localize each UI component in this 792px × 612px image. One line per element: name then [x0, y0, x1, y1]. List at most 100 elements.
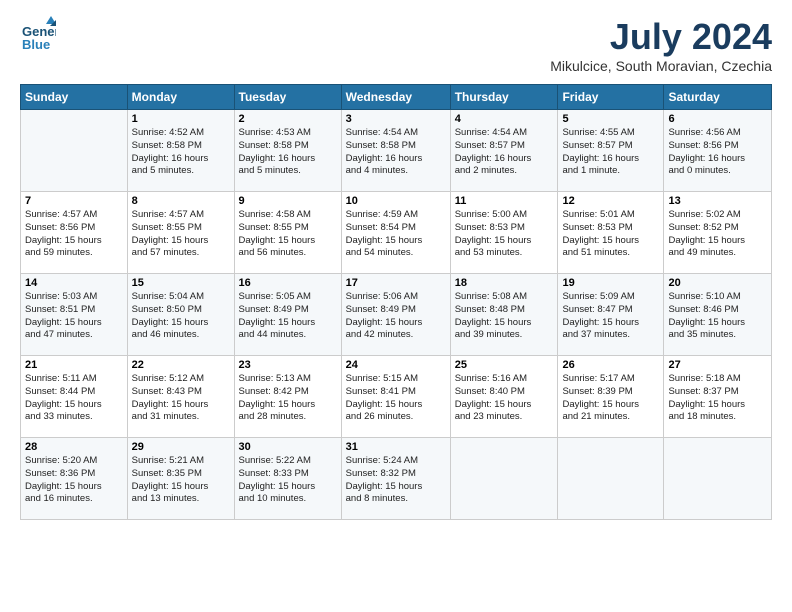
calendar-cell: 1 Sunrise: 4:52 AM Sunset: 8:58 PM Daylig… — [127, 110, 234, 192]
day-number: 9 — [239, 195, 337, 207]
calendar-cell: 13 Sunrise: 5:02 AM Sunset: 8:52 PM Dayli… — [664, 192, 772, 274]
day-number: 13 — [668, 195, 767, 207]
day-number: 23 — [239, 359, 337, 371]
col-wednesday: Wednesday — [341, 85, 450, 110]
day-info: Sunrise: 5:16 AM Sunset: 8:40 PM Dayligh… — [455, 373, 554, 424]
calendar-header: General Blue July 2024 Mikulcice, South … — [20, 16, 772, 74]
day-number: 8 — [132, 195, 230, 207]
day-info: Sunrise: 5:04 AM Sunset: 8:50 PM Dayligh… — [132, 291, 230, 342]
day-info: Sunrise: 5:05 AM Sunset: 8:49 PM Dayligh… — [239, 291, 337, 342]
day-number: 5 — [562, 113, 659, 125]
calendar-cell: 24Sunrise: 5:15 AM Sunset: 8:41 PM Dayli… — [341, 356, 450, 438]
day-number: 21 — [25, 359, 123, 371]
calendar-cell — [558, 438, 664, 520]
day-info: Sunrise: 4:59 AM Sunset: 8:54 PM Dayligh… — [346, 209, 446, 260]
day-info: Sunrise: 5:00 AM Sunset: 8:53 PM Dayligh… — [455, 209, 554, 260]
day-number: 27 — [668, 359, 767, 371]
col-saturday: Saturday — [664, 85, 772, 110]
day-number: 4 — [455, 113, 554, 125]
day-info: Sunrise: 4:55 AM Sunset: 8:57 PM Dayligh… — [562, 127, 659, 178]
calendar-cell — [21, 110, 128, 192]
calendar-cell: 28Sunrise: 5:20 AM Sunset: 8:36 PM Dayli… — [21, 438, 128, 520]
day-number: 7 — [25, 195, 123, 207]
calendar-cell: 9 Sunrise: 4:58 AM Sunset: 8:55 PM Daylig… — [234, 192, 341, 274]
day-number: 22 — [132, 359, 230, 371]
day-number: 31 — [346, 441, 446, 453]
calendar-cell — [664, 438, 772, 520]
col-friday: Friday — [558, 85, 664, 110]
day-info: Sunrise: 5:20 AM Sunset: 8:36 PM Dayligh… — [25, 455, 123, 506]
day-number: 2 — [239, 113, 337, 125]
calendar-cell: 18 Sunrise: 5:08 AM Sunset: 8:48 PM Dayli… — [450, 274, 558, 356]
day-info: Sunrise: 4:54 AM Sunset: 8:57 PM Dayligh… — [455, 127, 554, 178]
calendar-cell: 15 Sunrise: 5:04 AM Sunset: 8:50 PM Dayli… — [127, 274, 234, 356]
calendar-cell: 30Sunrise: 5:22 AM Sunset: 8:33 PM Dayli… — [234, 438, 341, 520]
day-info: Sunrise: 4:52 AM Sunset: 8:58 PM Dayligh… — [132, 127, 230, 178]
day-info: Sunrise: 4:57 AM Sunset: 8:56 PM Dayligh… — [25, 209, 123, 260]
day-info: Sunrise: 5:03 AM Sunset: 8:51 PM Dayligh… — [25, 291, 123, 342]
day-info: Sunrise: 5:10 AM Sunset: 8:46 PM Dayligh… — [668, 291, 767, 342]
calendar-week-3: 14 Sunrise: 5:03 AM Sunset: 8:51 PM Dayli… — [21, 274, 772, 356]
day-number: 25 — [455, 359, 554, 371]
day-number: 3 — [346, 113, 446, 125]
day-number: 19 — [562, 277, 659, 289]
calendar-cell — [450, 438, 558, 520]
day-number: 10 — [346, 195, 446, 207]
day-info: Sunrise: 4:54 AM Sunset: 8:58 PM Dayligh… — [346, 127, 446, 178]
day-info: Sunrise: 4:58 AM Sunset: 8:55 PM Dayligh… — [239, 209, 337, 260]
day-number: 30 — [239, 441, 337, 453]
day-info: Sunrise: 5:12 AM Sunset: 8:43 PM Dayligh… — [132, 373, 230, 424]
calendar-cell: 6 Sunrise: 4:56 AM Sunset: 8:56 PM Daylig… — [664, 110, 772, 192]
day-info: Sunrise: 5:06 AM Sunset: 8:49 PM Dayligh… — [346, 291, 446, 342]
calendar-cell: 27 Sunrise: 5:18 AM Sunset: 8:37 PM Dayli… — [664, 356, 772, 438]
day-number: 15 — [132, 277, 230, 289]
day-number: 18 — [455, 277, 554, 289]
calendar-table: Sunday Monday Tuesday Wednesday Thursday… — [20, 84, 772, 520]
calendar-cell: 23 Sunrise: 5:13 AM Sunset: 8:42 PM Dayli… — [234, 356, 341, 438]
svg-text:Blue: Blue — [22, 37, 50, 52]
calendar-cell: 11 Sunrise: 5:00 AM Sunset: 8:53 PM Dayli… — [450, 192, 558, 274]
calendar-cell: 17Sunrise: 5:06 AM Sunset: 8:49 PM Dayli… — [341, 274, 450, 356]
day-number: 12 — [562, 195, 659, 207]
day-number: 16 — [239, 277, 337, 289]
calendar-container: General Blue July 2024 Mikulcice, South … — [0, 0, 792, 530]
day-info: Sunrise: 5:09 AM Sunset: 8:47 PM Dayligh… — [562, 291, 659, 342]
day-number: 6 — [668, 113, 767, 125]
location-subtitle: Mikulcice, South Moravian, Czechia — [550, 58, 772, 74]
day-info: Sunrise: 5:11 AM Sunset: 8:44 PM Dayligh… — [25, 373, 123, 424]
day-number: 1 — [132, 113, 230, 125]
calendar-cell: 3 Sunrise: 4:54 AM Sunset: 8:58 PM Daylig… — [341, 110, 450, 192]
calendar-cell: 16 Sunrise: 5:05 AM Sunset: 8:49 PM Dayli… — [234, 274, 341, 356]
calendar-cell: 29 Sunrise: 5:21 AM Sunset: 8:35 PM Dayli… — [127, 438, 234, 520]
month-title: July 2024 — [550, 16, 772, 58]
calendar-cell: 25 Sunrise: 5:16 AM Sunset: 8:40 PM Dayli… — [450, 356, 558, 438]
day-info: Sunrise: 5:08 AM Sunset: 8:48 PM Dayligh… — [455, 291, 554, 342]
day-number: 26 — [562, 359, 659, 371]
day-number: 29 — [132, 441, 230, 453]
day-info: Sunrise: 5:17 AM Sunset: 8:39 PM Dayligh… — [562, 373, 659, 424]
calendar-cell: 10 Sunrise: 4:59 AM Sunset: 8:54 PM Dayli… — [341, 192, 450, 274]
col-thursday: Thursday — [450, 85, 558, 110]
calendar-week-5: 28Sunrise: 5:20 AM Sunset: 8:36 PM Dayli… — [21, 438, 772, 520]
calendar-cell: 20Sunrise: 5:10 AM Sunset: 8:46 PM Dayli… — [664, 274, 772, 356]
calendar-cell: 22 Sunrise: 5:12 AM Sunset: 8:43 PM Dayli… — [127, 356, 234, 438]
calendar-cell: 14 Sunrise: 5:03 AM Sunset: 8:51 PM Dayli… — [21, 274, 128, 356]
day-info: Sunrise: 5:02 AM Sunset: 8:52 PM Dayligh… — [668, 209, 767, 260]
day-info: Sunrise: 4:56 AM Sunset: 8:56 PM Dayligh… — [668, 127, 767, 178]
day-number: 14 — [25, 277, 123, 289]
col-monday: Monday — [127, 85, 234, 110]
day-info: Sunrise: 5:13 AM Sunset: 8:42 PM Dayligh… — [239, 373, 337, 424]
calendar-cell: 31Sunrise: 5:24 AM Sunset: 8:32 PM Dayli… — [341, 438, 450, 520]
day-info: Sunrise: 5:01 AM Sunset: 8:53 PM Dayligh… — [562, 209, 659, 260]
day-info: Sunrise: 5:15 AM Sunset: 8:41 PM Dayligh… — [346, 373, 446, 424]
day-info: Sunrise: 4:57 AM Sunset: 8:55 PM Dayligh… — [132, 209, 230, 260]
calendar-cell: 4 Sunrise: 4:54 AM Sunset: 8:57 PM Daylig… — [450, 110, 558, 192]
day-info: Sunrise: 5:21 AM Sunset: 8:35 PM Dayligh… — [132, 455, 230, 506]
calendar-cell: 21 Sunrise: 5:11 AM Sunset: 8:44 PM Dayli… — [21, 356, 128, 438]
logo-icon: General Blue — [20, 16, 56, 52]
calendar-cell: 12 Sunrise: 5:01 AM Sunset: 8:53 PM Dayli… — [558, 192, 664, 274]
title-block: July 2024 Mikulcice, South Moravian, Cze… — [550, 16, 772, 74]
col-tuesday: Tuesday — [234, 85, 341, 110]
day-number: 11 — [455, 195, 554, 207]
day-info: Sunrise: 5:18 AM Sunset: 8:37 PM Dayligh… — [668, 373, 767, 424]
